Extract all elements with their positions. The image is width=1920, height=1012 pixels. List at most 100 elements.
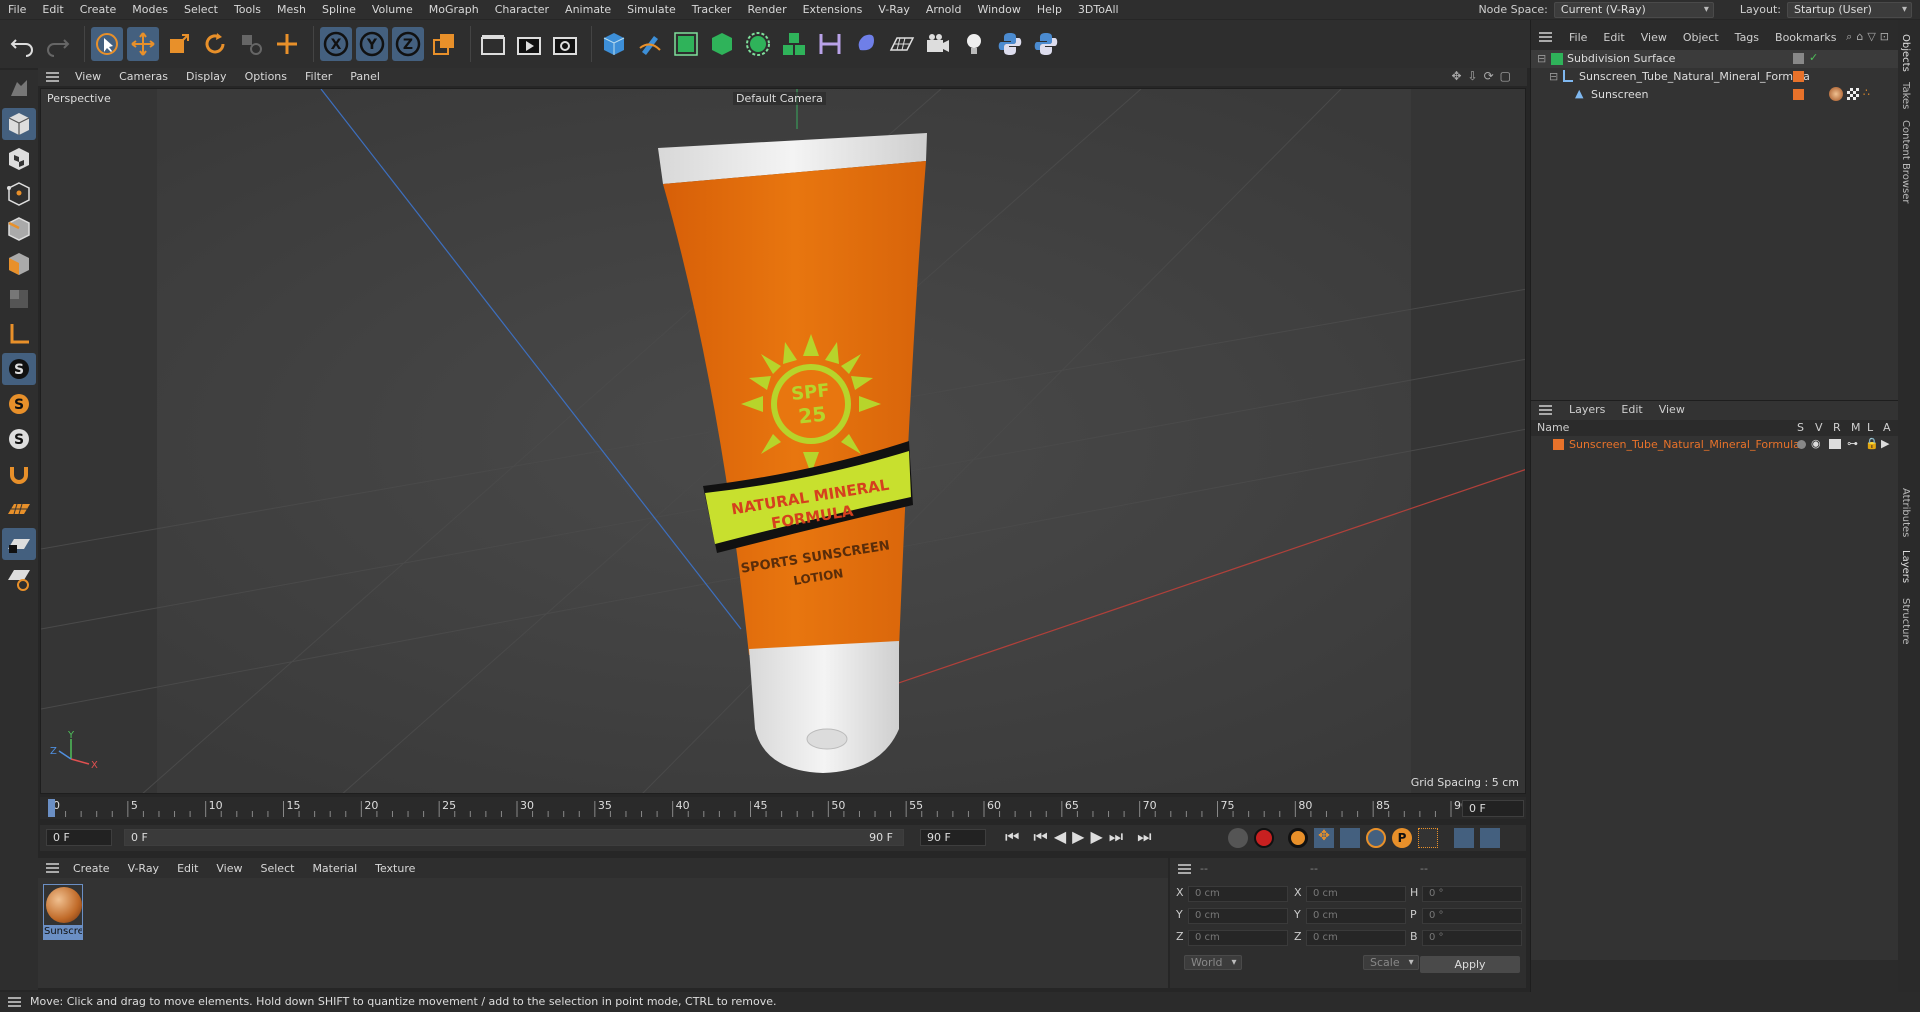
current-frame-field[interactable]: 0 F [1462, 800, 1524, 817]
menu-modes[interactable]: Modes [124, 0, 176, 19]
menu-vray[interactable]: V-Ray [870, 0, 918, 19]
menu-mesh[interactable]: Mesh [269, 0, 314, 19]
python-button-2[interactable] [1030, 27, 1062, 61]
camera-label[interactable]: Default Camera [733, 92, 826, 105]
material-menu-vray[interactable]: V-Ray [119, 862, 169, 875]
viewport-menu-options[interactable]: Options [236, 68, 296, 86]
menu-edit[interactable]: Edit [34, 0, 71, 19]
enabled-check-icon[interactable]: ✓ [1809, 51, 1818, 64]
apply-button[interactable]: Apply [1420, 956, 1520, 973]
pos-y-field[interactable]: 0 cm [1188, 908, 1288, 924]
layer-manager-icon[interactable]: ⊶ [1847, 437, 1858, 450]
timeline-ruler[interactable]: 0 5 10 15 20 25 30 35 40 45 50 55 60 65 70 75 80 85 90 0 F [40, 797, 1526, 819]
layer-visible-eye-icon[interactable]: ◉ [1811, 437, 1821, 450]
undo-button[interactable] [6, 27, 38, 61]
layers-menu-layers[interactable]: Layers [1561, 403, 1613, 416]
rot-b-field[interactable]: 0 ° [1422, 930, 1522, 946]
polygons-mode-button[interactable] [2, 248, 36, 280]
tab-attributes[interactable]: Attributes [1900, 488, 1911, 537]
menu-mograph[interactable]: MoGraph [421, 0, 487, 19]
layer-solo-icon[interactable] [1797, 440, 1806, 449]
menu-window[interactable]: Window [969, 0, 1028, 19]
light-button[interactable] [958, 27, 990, 61]
tree-row-subdivision[interactable]: ⊟ Subdivision Surface ✓ [1531, 50, 1899, 68]
locked-workplane-button[interactable] [2, 528, 36, 560]
menu-animate[interactable]: Animate [557, 0, 619, 19]
dopesheet-icon[interactable] [1480, 828, 1500, 848]
snap-button[interactable]: S [2, 353, 36, 385]
go-start-icon[interactable]: ⏮ [1005, 827, 1019, 847]
menu-3dtoall[interactable]: 3DToAll [1070, 0, 1127, 19]
menu-render[interactable]: Render [739, 0, 794, 19]
mograph-button[interactable] [778, 27, 810, 61]
menu-simulate[interactable]: Simulate [619, 0, 684, 19]
uv-mode-button[interactable] [2, 283, 36, 315]
material-menu-view[interactable]: View [207, 862, 251, 875]
tree-row-sunscreen[interactable]: ▲ Sunscreen ∴ [1531, 86, 1899, 104]
key-rotation-icon[interactable] [1366, 828, 1386, 848]
rot-p-field[interactable]: 0 ° [1422, 908, 1522, 924]
coord-system-dropdown[interactable]: World [1184, 955, 1242, 970]
redo-button[interactable] [42, 27, 74, 61]
autokey-off-icon[interactable] [1228, 828, 1248, 848]
next-frame-icon[interactable]: ▶ [1090, 827, 1102, 847]
axis-mode-button[interactable] [2, 318, 36, 350]
status-hamburger-icon[interactable] [8, 997, 21, 1007]
tab-objects[interactable]: Objects [1900, 34, 1911, 72]
layers-menu-view[interactable]: View [1651, 403, 1693, 416]
key-param-icon[interactable]: P [1392, 828, 1412, 848]
node-space-dropdown[interactable]: Current (V-Ray) [1553, 1, 1714, 18]
size-y-field[interactable]: 0 cm [1306, 908, 1406, 924]
objects-menu-object[interactable]: Object [1675, 31, 1727, 44]
material-menu-select[interactable]: Select [252, 862, 304, 875]
objects-menu-bookmarks[interactable]: Bookmarks [1767, 31, 1844, 44]
menu-file[interactable]: File [0, 0, 34, 19]
material-menu-material[interactable]: Material [303, 862, 366, 875]
key-all-icon[interactable] [1288, 828, 1308, 848]
key-pla-icon[interactable] [1418, 828, 1438, 848]
select-tool-button[interactable] [91, 27, 123, 61]
points-mode-button[interactable] [2, 178, 36, 210]
cube-button[interactable] [598, 27, 630, 61]
menu-volume[interactable]: Volume [364, 0, 421, 19]
floor-button[interactable] [886, 27, 918, 61]
pen-button[interactable] [634, 27, 666, 61]
extrude-button[interactable] [706, 27, 738, 61]
edges-mode-button[interactable] [2, 213, 36, 245]
prev-key-icon[interactable]: ⏮ [1033, 827, 1047, 847]
play-icon[interactable]: ▶ [1072, 827, 1084, 847]
next-key-icon[interactable]: ⏭ [1109, 827, 1123, 847]
material-hamburger-icon[interactable] [46, 863, 59, 873]
phong-tag-icon[interactable]: ∴ [1863, 86, 1870, 99]
viewport-menu-view[interactable]: View [66, 68, 110, 86]
prev-frame-icon[interactable]: ◀ [1054, 827, 1066, 847]
menu-extensions[interactable]: Extensions [795, 0, 871, 19]
objects-menu-view[interactable]: View [1633, 31, 1675, 44]
objects-menu-file[interactable]: File [1561, 31, 1595, 44]
layout-dropdown[interactable]: Startup (User) [1787, 1, 1912, 18]
collapse-icon[interactable]: ⊟ [1537, 52, 1546, 65]
python-button-1[interactable] [994, 27, 1026, 61]
camera-button[interactable] [922, 27, 954, 61]
menu-create[interactable]: Create [72, 0, 125, 19]
magnet-button[interactable] [2, 458, 36, 490]
x-axis-lock-button[interactable]: X [320, 27, 352, 61]
y-axis-lock-button[interactable]: Y [356, 27, 388, 61]
scale-tool-button[interactable] [163, 27, 195, 61]
range-slider[interactable]: 0 F 90 F [124, 829, 904, 846]
move-tool-button[interactable] [127, 27, 159, 61]
start-frame-field[interactable]: 0 F [46, 829, 112, 846]
viewport-menu-cameras[interactable]: Cameras [110, 68, 177, 86]
layer-color-icon[interactable] [1553, 439, 1564, 450]
field-button[interactable] [850, 27, 882, 61]
render-view-button[interactable] [477, 27, 509, 61]
pos-z-field[interactable]: 0 cm [1188, 930, 1288, 946]
rotate-tool-button[interactable] [199, 27, 231, 61]
subdivision-button[interactable] [670, 27, 702, 61]
viewport-nav-icons[interactable]: ✥⇩⟳▢ [1451, 69, 1517, 83]
rot-h-field[interactable]: 0 ° [1422, 886, 1522, 902]
menu-tracker[interactable]: Tracker [684, 0, 740, 19]
perspective-viewport[interactable]: SPF 25 NATURAL MINERAL FORMULA SPORTS SU… [40, 88, 1526, 794]
objects-hamburger-icon[interactable] [1539, 32, 1552, 42]
uv-tag-icon[interactable] [1847, 88, 1859, 100]
